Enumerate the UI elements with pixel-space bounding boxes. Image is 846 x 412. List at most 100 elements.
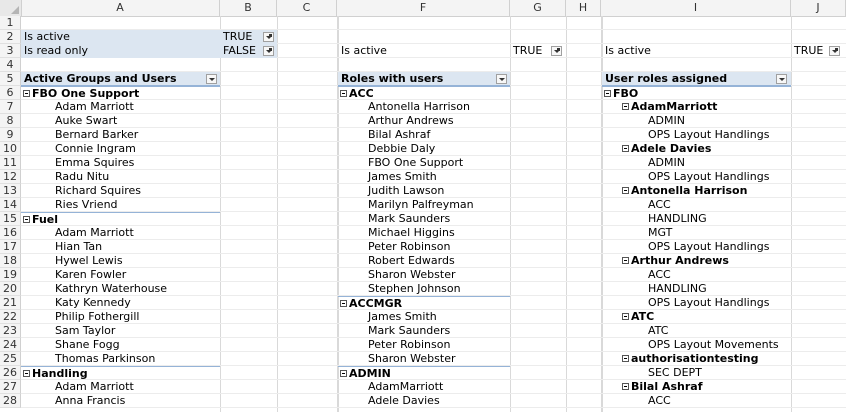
- header-dropdown-icon[interactable]: [776, 74, 787, 84]
- group-row[interactable]: FBO One Support: [21, 86, 220, 100]
- collapse-icon[interactable]: [622, 313, 629, 320]
- header-dropdown-icon[interactable]: [496, 74, 507, 84]
- gridline: [566, 16, 567, 412]
- collapse-icon[interactable]: [23, 90, 30, 97]
- row-header[interactable]: 6: [0, 86, 21, 100]
- pivot-header-active-groups: Active Groups and Users: [21, 72, 220, 86]
- group-row[interactable]: ATC: [602, 310, 791, 324]
- collapse-icon[interactable]: [622, 355, 629, 362]
- row-header[interactable]: 19: [0, 268, 21, 282]
- row-header[interactable]: 21: [0, 296, 21, 310]
- group-row[interactable]: FBO: [602, 86, 791, 100]
- row-header[interactable]: 8: [0, 114, 21, 128]
- collapse-icon[interactable]: [622, 145, 629, 152]
- column-header[interactable]: H: [566, 0, 601, 16]
- collapse-icon[interactable]: [622, 257, 629, 264]
- group-label: Antonella Harrison: [631, 184, 748, 197]
- select-all-corner[interactable]: [0, 0, 22, 16]
- column-header[interactable]: B: [220, 0, 277, 16]
- column-header[interactable]: A: [21, 0, 220, 16]
- collapse-icon[interactable]: [604, 90, 611, 97]
- row-header[interactable]: 24: [0, 338, 21, 352]
- row-header[interactable]: 18: [0, 254, 21, 268]
- list-item: Sharon Webster: [368, 268, 456, 281]
- group-label: FBO One Support: [32, 87, 140, 100]
- column-header[interactable]: F: [337, 0, 510, 16]
- list-item: ACC: [648, 268, 671, 281]
- group-row[interactable]: Fuel: [21, 212, 220, 226]
- row-header[interactable]: 20: [0, 282, 21, 296]
- row-header[interactable]: 26: [0, 366, 21, 380]
- row-header[interactable]: 22: [0, 310, 21, 324]
- header-dropdown-icon[interactable]: [206, 74, 217, 84]
- gridline: [277, 16, 278, 412]
- row-header[interactable]: 10: [0, 142, 21, 156]
- row-header[interactable]: 11: [0, 156, 21, 170]
- row-header[interactable]: 3: [0, 44, 21, 58]
- list-item: HANDLING: [648, 282, 707, 295]
- list-item: Anna Francis: [55, 394, 126, 407]
- row-header[interactable]: 4: [0, 58, 21, 72]
- group-row[interactable]: Arthur Andrews: [602, 254, 791, 268]
- group-label: ADMIN: [349, 367, 391, 380]
- row-header[interactable]: 28: [0, 394, 21, 408]
- row-header[interactable]: 13: [0, 184, 21, 198]
- filter-dropdown-icon[interactable]: [551, 46, 562, 56]
- group-row[interactable]: Handling: [21, 366, 220, 380]
- group-label: ACC: [349, 87, 374, 100]
- list-item: Peter Robinson: [368, 240, 451, 253]
- list-item: Peter Robinson: [368, 338, 451, 351]
- list-item: Radu Nitu: [55, 170, 110, 183]
- list-item: MGT: [648, 226, 673, 239]
- filter-dropdown-icon[interactable]: [829, 46, 840, 56]
- list-item: Richard Squires: [55, 184, 142, 197]
- row-header[interactable]: 23: [0, 324, 21, 338]
- collapse-icon[interactable]: [23, 370, 30, 377]
- collapse-icon[interactable]: [340, 90, 347, 97]
- group-row[interactable]: Bilal Ashraf: [602, 380, 791, 394]
- group-row[interactable]: ACCMGR: [338, 296, 510, 310]
- list-item: Karen Fowler: [55, 268, 127, 281]
- row-header[interactable]: 12: [0, 170, 21, 184]
- collapse-icon[interactable]: [23, 216, 30, 223]
- row-header[interactable]: 7: [0, 100, 21, 114]
- group-row[interactable]: authorisationtesting: [602, 352, 791, 366]
- collapse-icon[interactable]: [622, 103, 629, 110]
- list-item: James Smith: [368, 310, 437, 323]
- row-header[interactable]: 16: [0, 226, 21, 240]
- row-header[interactable]: 27: [0, 380, 21, 394]
- column-header[interactable]: C: [277, 0, 337, 16]
- group-label: authorisationtesting: [631, 352, 759, 365]
- collapse-icon[interactable]: [622, 383, 629, 390]
- row-header[interactable]: 1: [0, 16, 21, 30]
- group-row[interactable]: Adele Davies: [602, 142, 791, 156]
- row-header[interactable]: 2: [0, 30, 21, 44]
- list-item: Antonella Harrison: [368, 100, 470, 113]
- list-item: ACC: [648, 198, 671, 211]
- row-header[interactable]: 15: [0, 212, 21, 226]
- row-header[interactable]: 5: [0, 72, 21, 86]
- filter-dropdown-icon[interactable]: [263, 46, 274, 56]
- list-item: Adam Marriott: [55, 380, 134, 393]
- group-row[interactable]: ACC: [338, 86, 510, 100]
- list-item: Kathryn Waterhouse: [55, 282, 168, 295]
- spreadsheet-grid[interactable]: A B C F G H I J 1 2 3 4 5 6 7 8 9 10 11 12 13 14 15 16 17 18 19 20 2…: [0, 0, 846, 412]
- filter-dropdown-icon[interactable]: [263, 32, 274, 42]
- filter-label: Is active: [21, 30, 220, 44]
- column-header[interactable]: J: [791, 0, 846, 16]
- row-header[interactable]: 25: [0, 352, 21, 366]
- collapse-icon[interactable]: [622, 187, 629, 194]
- filter-label: Is active: [605, 44, 651, 57]
- collapse-icon[interactable]: [340, 370, 347, 377]
- list-item: Bilal Ashraf: [368, 128, 431, 141]
- column-header[interactable]: G: [510, 0, 566, 16]
- row-header[interactable]: 17: [0, 240, 21, 254]
- group-row[interactable]: Antonella Harrison: [602, 184, 791, 198]
- group-row[interactable]: ADMIN: [338, 366, 510, 380]
- group-row[interactable]: AdamMarriott: [602, 100, 791, 114]
- row-header[interactable]: 9: [0, 128, 21, 142]
- collapse-icon[interactable]: [340, 300, 347, 307]
- column-header[interactable]: I: [601, 0, 791, 16]
- group-label: Adele Davies: [631, 142, 712, 155]
- row-header[interactable]: 14: [0, 198, 21, 212]
